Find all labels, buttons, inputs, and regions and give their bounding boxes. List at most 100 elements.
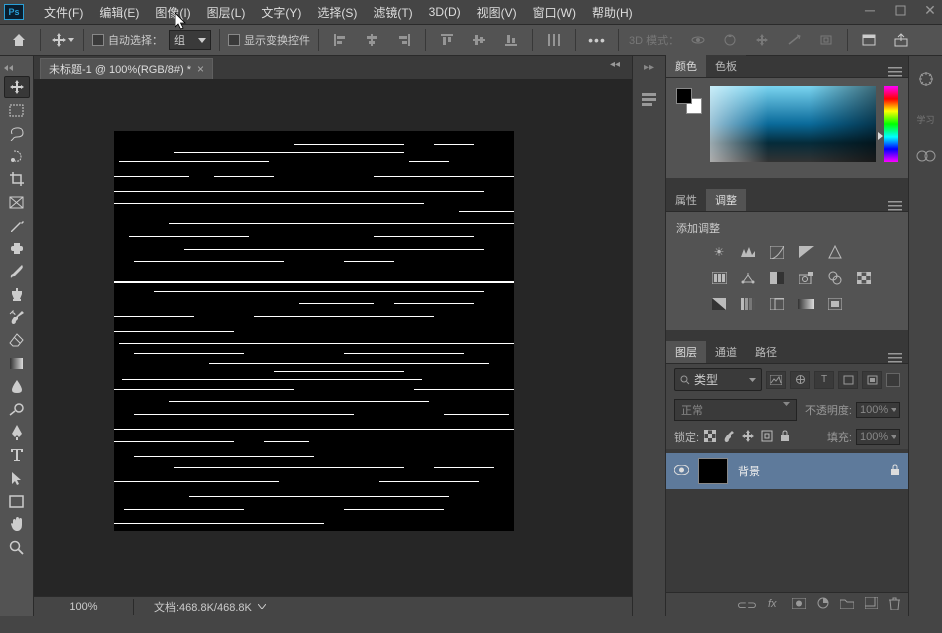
lock-pixels-icon[interactable] (704, 430, 718, 444)
canvas[interactable] (114, 131, 514, 531)
learn-icon[interactable] (917, 70, 935, 91)
fgbg-swatch[interactable] (676, 88, 702, 114)
adjust-panel-menu-icon[interactable] (888, 201, 902, 211)
type-tool[interactable] (4, 444, 30, 466)
fill-input[interactable]: 100% (856, 429, 900, 445)
share-icon[interactable] (888, 28, 914, 52)
new-group-icon[interactable] (840, 598, 854, 612)
pen-tool[interactable] (4, 421, 30, 443)
3d-slide-icon[interactable] (781, 28, 807, 52)
crop-tool[interactable] (4, 168, 30, 190)
filter-pixel-icon[interactable] (766, 371, 786, 389)
bw-icon[interactable] (768, 270, 786, 286)
zoom-level[interactable]: 100% (34, 599, 134, 615)
minimize-button[interactable]: ─ (862, 2, 878, 18)
opacity-input[interactable]: 100% (856, 402, 900, 418)
gradient-tool[interactable] (4, 352, 30, 374)
close-tab-icon[interactable]: × (197, 62, 204, 76)
lock-paint-icon[interactable] (723, 430, 737, 444)
move-tool[interactable] (4, 76, 30, 98)
exposure-icon[interactable] (797, 244, 815, 260)
healing-tool[interactable] (4, 237, 30, 259)
brightness-icon[interactable]: ☀ (710, 244, 728, 260)
home-icon[interactable] (6, 28, 32, 52)
channel-mixer-icon[interactable] (826, 270, 844, 286)
eyedropper-tool[interactable] (4, 214, 30, 236)
layer-lock-icon[interactable] (890, 464, 900, 479)
align-hcenter-icon[interactable] (359, 28, 385, 52)
align-bottom-icon[interactable] (498, 28, 524, 52)
layers-panel-menu-icon[interactable] (888, 353, 902, 363)
menu-text[interactable]: 文字(Y) (253, 1, 309, 24)
threshold-icon[interactable] (768, 296, 786, 312)
layer-mask-icon[interactable] (792, 598, 806, 612)
doc-info[interactable]: 文档:468.8K/468.8K (134, 599, 252, 615)
align-vcenter-icon[interactable] (466, 28, 492, 52)
tab-properties[interactable]: 属性 (666, 189, 706, 211)
lasso-tool[interactable] (4, 122, 30, 144)
dodge-tool[interactable] (4, 398, 30, 420)
menu-window[interactable]: 窗口(W) (525, 1, 584, 24)
move-tool-icon[interactable] (49, 28, 75, 52)
filter-shape-icon[interactable] (838, 371, 858, 389)
eraser-tool[interactable] (4, 329, 30, 351)
more-align-icon[interactable]: ••• (584, 28, 610, 52)
3d-pan-icon[interactable] (749, 28, 775, 52)
layer-filter-select[interactable]: 类型 (674, 368, 762, 391)
lock-artboard-icon[interactable] (761, 430, 775, 444)
tab-channels[interactable]: 通道 (706, 341, 746, 363)
delete-layer-icon[interactable] (889, 597, 900, 613)
frame-tool[interactable] (4, 191, 30, 213)
menu-select[interactable]: 选择(S) (309, 1, 365, 24)
brush-tool[interactable] (4, 260, 30, 282)
new-layer-icon[interactable] (865, 597, 878, 612)
quick-select-tool[interactable] (4, 145, 30, 167)
zoom-tool[interactable] (4, 536, 30, 558)
menu-file[interactable]: 文件(F) (36, 1, 91, 24)
close-button[interactable]: ✕ (922, 2, 938, 18)
link-layers-icon[interactable]: ⊂⊃ (737, 598, 757, 612)
auto-select-checkbox[interactable]: 自动选择： (92, 32, 163, 48)
toolbar-collapse-icon[interactable] (4, 62, 14, 72)
color-panel-menu-icon[interactable] (888, 67, 902, 77)
color-balance-icon[interactable] (739, 270, 757, 286)
align-left-icon[interactable] (327, 28, 353, 52)
filter-type-icon[interactable]: T (814, 371, 834, 389)
new-adjustment-icon[interactable] (817, 597, 829, 612)
color-field[interactable] (710, 86, 876, 162)
color-lookup-icon[interactable] (855, 270, 873, 286)
auto-select-target[interactable]: 组 (169, 30, 211, 50)
invert-icon[interactable] (710, 296, 728, 312)
vibrance-icon[interactable] (826, 244, 844, 260)
blend-mode-select[interactable]: 正常 (674, 399, 797, 421)
layer-background[interactable]: 背景 (666, 453, 908, 489)
marquee-tool[interactable] (4, 99, 30, 121)
screen-mode-icon[interactable] (856, 28, 882, 52)
menu-edit[interactable]: 编辑(E) (91, 1, 147, 24)
show-transform-checkbox[interactable]: 显示变换控件 (228, 32, 310, 48)
maximize-button[interactable] (892, 2, 908, 18)
tab-paths[interactable]: 路径 (746, 341, 786, 363)
hue-sat-icon[interactable] (710, 270, 728, 286)
curves-icon[interactable] (768, 244, 786, 260)
lock-all-icon[interactable] (780, 430, 794, 444)
filter-smart-icon[interactable] (862, 371, 882, 389)
strip-expand-icon[interactable]: ▸▸ (644, 62, 654, 73)
visibility-toggle[interactable] (674, 464, 688, 478)
layer-thumbnail[interactable] (698, 458, 728, 484)
posterize-icon[interactable] (739, 296, 757, 312)
align-top-icon[interactable] (434, 28, 460, 52)
photo-filter-icon[interactable] (797, 270, 815, 286)
document-tab[interactable]: 未标题-1 @ 100%(RGB/8#) * × (40, 58, 213, 79)
menu-layer[interactable]: 图层(L) (199, 1, 254, 24)
clone-tool[interactable] (4, 283, 30, 305)
canvas-viewport[interactable] (34, 79, 632, 596)
gradient-map-icon[interactable] (797, 296, 815, 312)
tab-swatches[interactable]: 色板 (706, 55, 746, 77)
lock-position-icon[interactable] (742, 430, 756, 444)
levels-icon[interactable] (739, 244, 757, 260)
history-panel-icon[interactable] (640, 91, 658, 110)
3d-roll-icon[interactable] (717, 28, 743, 52)
hand-tool[interactable] (4, 513, 30, 535)
tab-color[interactable]: 颜色 (666, 55, 706, 77)
